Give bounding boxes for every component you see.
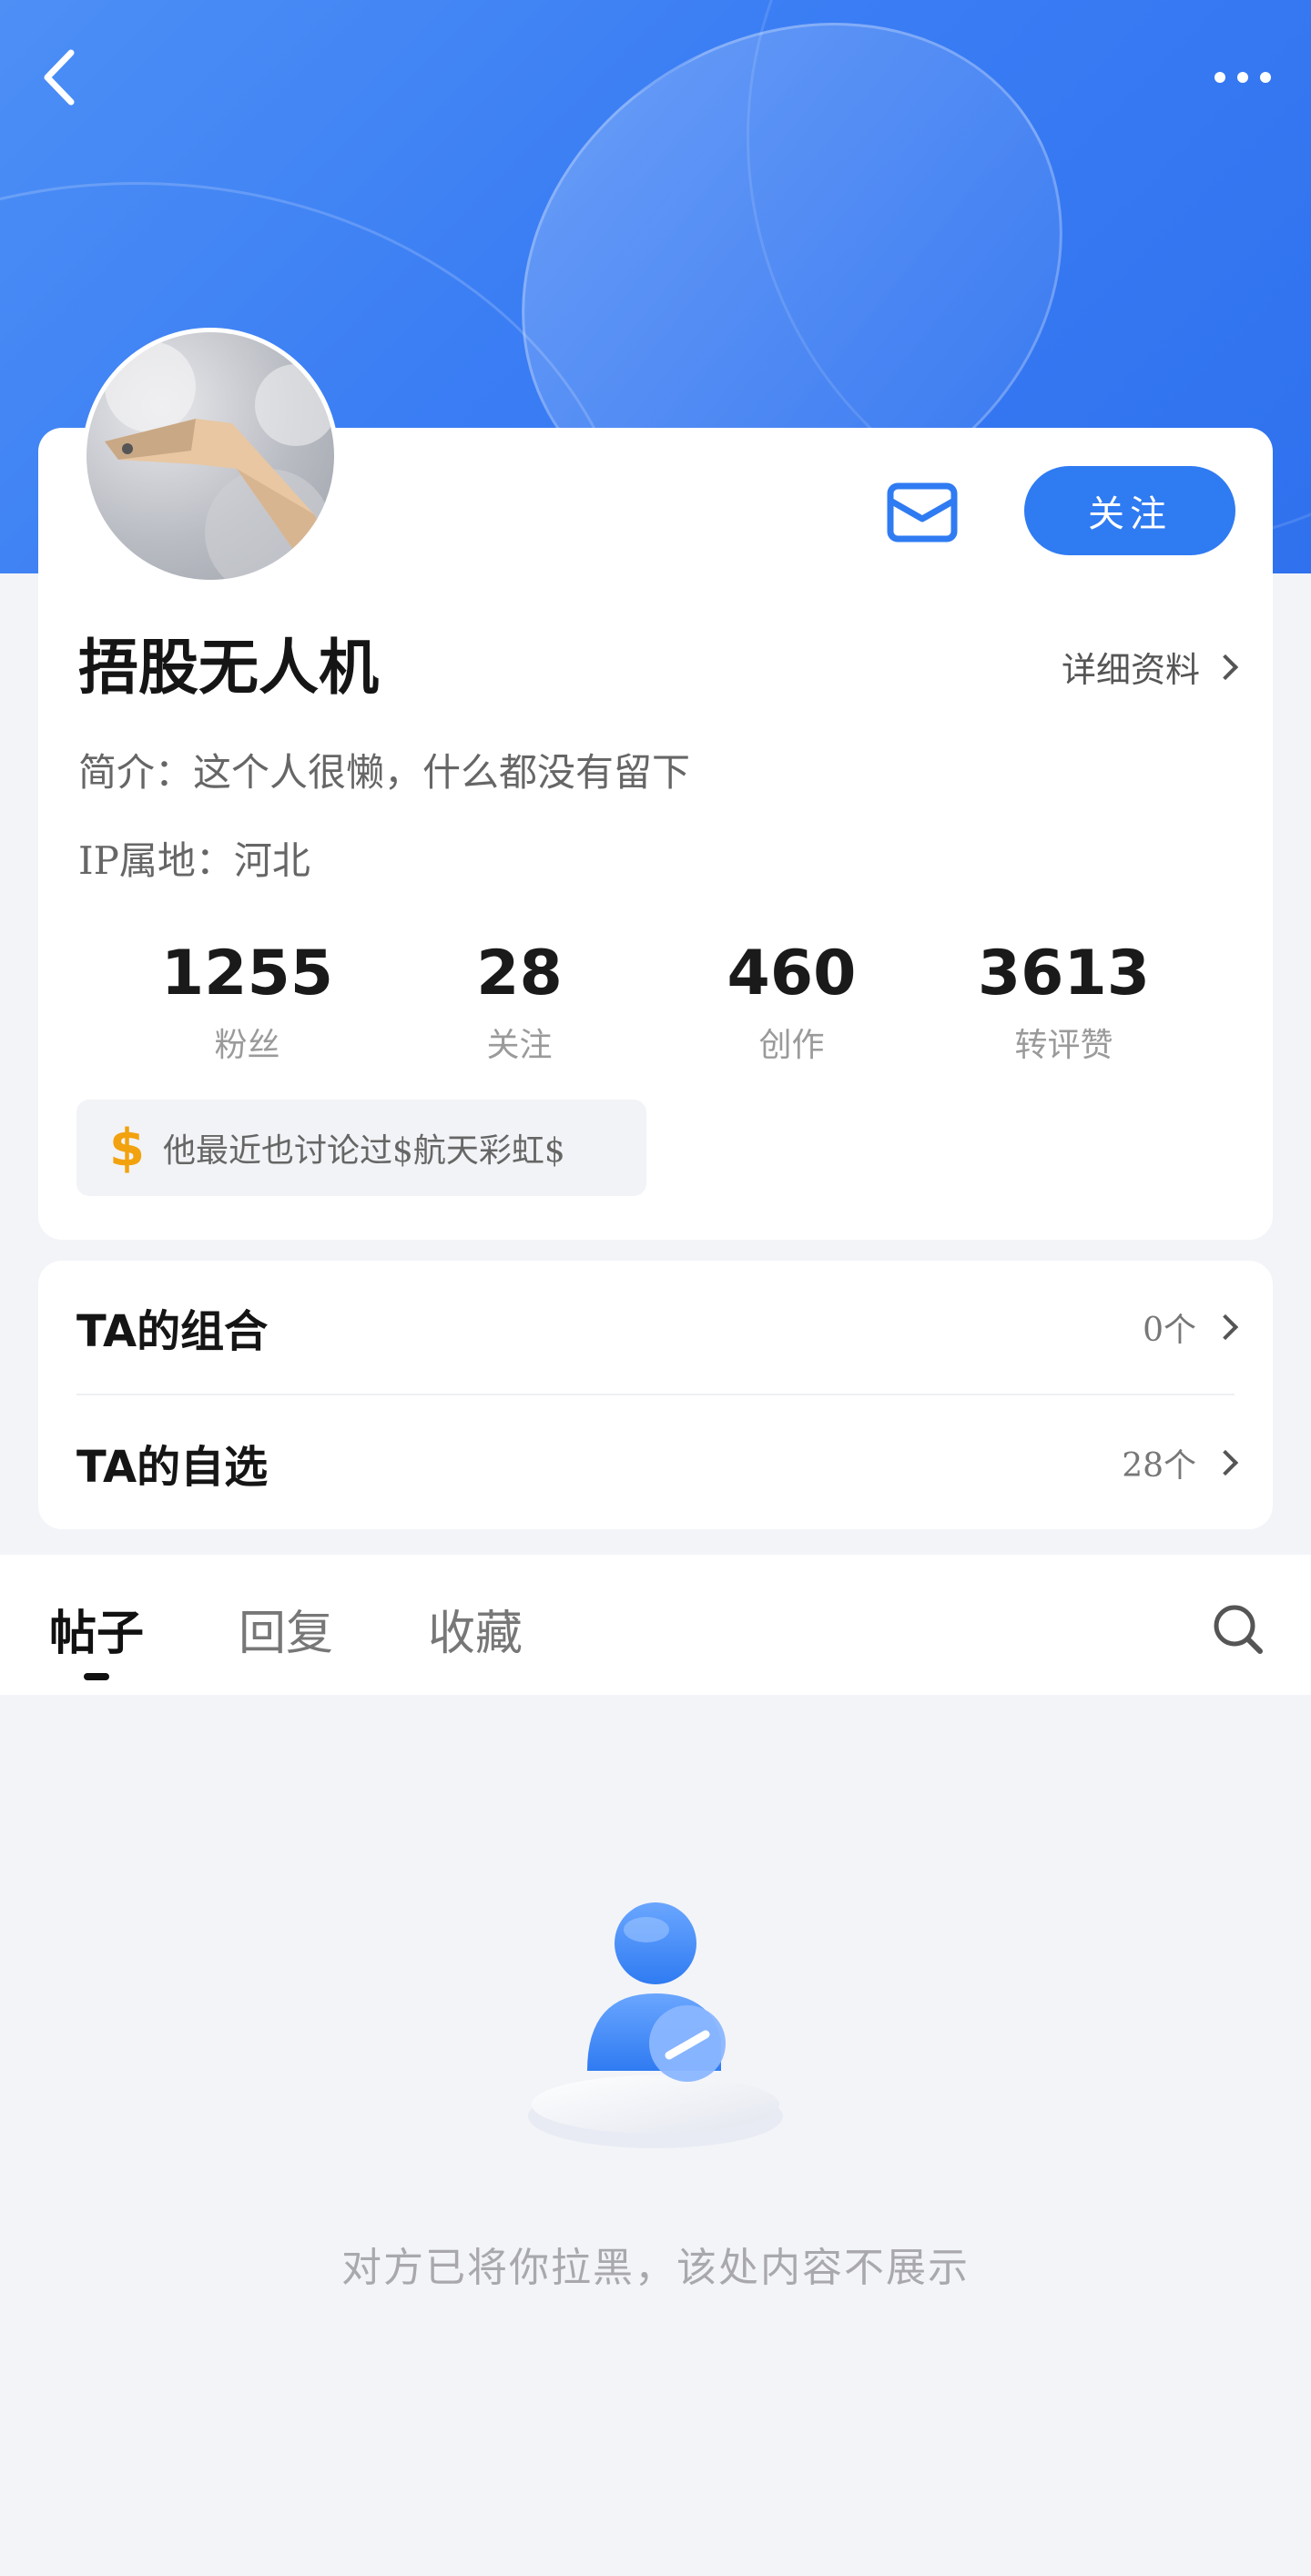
chevron-right-icon <box>1212 1449 1239 1476</box>
list-item-count: 0个 <box>1143 1312 1196 1349</box>
avatar-image <box>105 341 334 580</box>
list-item-portfolio[interactable]: TA的组合 0个 <box>76 1261 1239 1395</box>
detail-profile-label: 详细资料 <box>1061 650 1200 690</box>
chevron-right-icon <box>1212 1313 1239 1341</box>
stat-label: 粉丝 <box>214 1027 280 1064</box>
list-item-title: TA的自选 <box>76 1442 269 1493</box>
back-button[interactable] <box>38 46 82 109</box>
chevron-right-icon <box>1212 654 1239 680</box>
mail-icon <box>887 482 958 543</box>
stat-interactions[interactable]: 3613 转评赞 <box>964 938 1164 1066</box>
list-item-watchlist[interactable]: TA的自选 28个 <box>76 1395 1239 1530</box>
blocked-user-icon <box>519 1893 792 2157</box>
message-button[interactable] <box>883 473 961 552</box>
stat-value: 460 <box>727 938 857 1009</box>
list-item-meta: 0个 <box>1143 1303 1239 1351</box>
stat-following[interactable]: 28 关注 <box>420 938 620 1066</box>
search-button[interactable] <box>1211 1602 1265 1657</box>
stat-fans[interactable]: 1255 粉丝 <box>147 938 348 1066</box>
bio-text: 简介：这个人很懒，什么都没有留下 <box>78 750 691 795</box>
detail-profile-link[interactable]: 详细资料 <box>1061 642 1239 692</box>
more-dots-icon <box>1214 72 1271 83</box>
tab-posts[interactable]: 帖子 <box>49 1595 144 1663</box>
stats-row: 1255 粉丝 28 关注 460 创作 3613 转评赞 <box>38 938 1273 1066</box>
list-item-count: 28个 <box>1122 1447 1196 1485</box>
recent-discussion-text: 他最近也讨论过$航天彩虹$ <box>162 1132 565 1170</box>
stat-value: 28 <box>476 938 563 1009</box>
search-icon <box>1214 1605 1263 1654</box>
recent-discussion-chip[interactable]: $ 他最近也讨论过$航天彩虹$ <box>76 1100 646 1196</box>
follow-button[interactable]: 关注 <box>1024 466 1235 555</box>
chevron-left-icon <box>44 49 75 106</box>
stat-label: 关注 <box>486 1027 553 1064</box>
stat-value: 3613 <box>977 938 1151 1009</box>
ip-location: IP属地：河北 <box>78 838 310 883</box>
portfolio-list-card: TA的组合 0个 TA的自选 28个 <box>38 1261 1273 1529</box>
username: 捂股无人机 <box>78 632 379 703</box>
dollar-icon: $ <box>109 1118 145 1178</box>
empty-state-text: 对方已将你拉黑，该处内容不展示 <box>341 2245 970 2291</box>
more-button[interactable] <box>1211 55 1275 100</box>
active-tab-indicator <box>84 1673 109 1680</box>
stat-label: 创作 <box>758 1027 825 1064</box>
list-item-meta: 28个 <box>1122 1439 1239 1486</box>
stat-label: 转评赞 <box>1014 1027 1113 1064</box>
stat-value: 1255 <box>160 938 334 1009</box>
tab-replies[interactable]: 回复 <box>239 1595 333 1663</box>
stat-creations[interactable]: 460 创作 <box>692 938 892 1066</box>
avatar[interactable] <box>82 328 339 584</box>
content-tabbar: 帖子 回复 收藏 <box>0 1555 1311 1695</box>
tab-favorites[interactable]: 收藏 <box>428 1595 523 1663</box>
list-item-title: TA的组合 <box>76 1306 269 1357</box>
